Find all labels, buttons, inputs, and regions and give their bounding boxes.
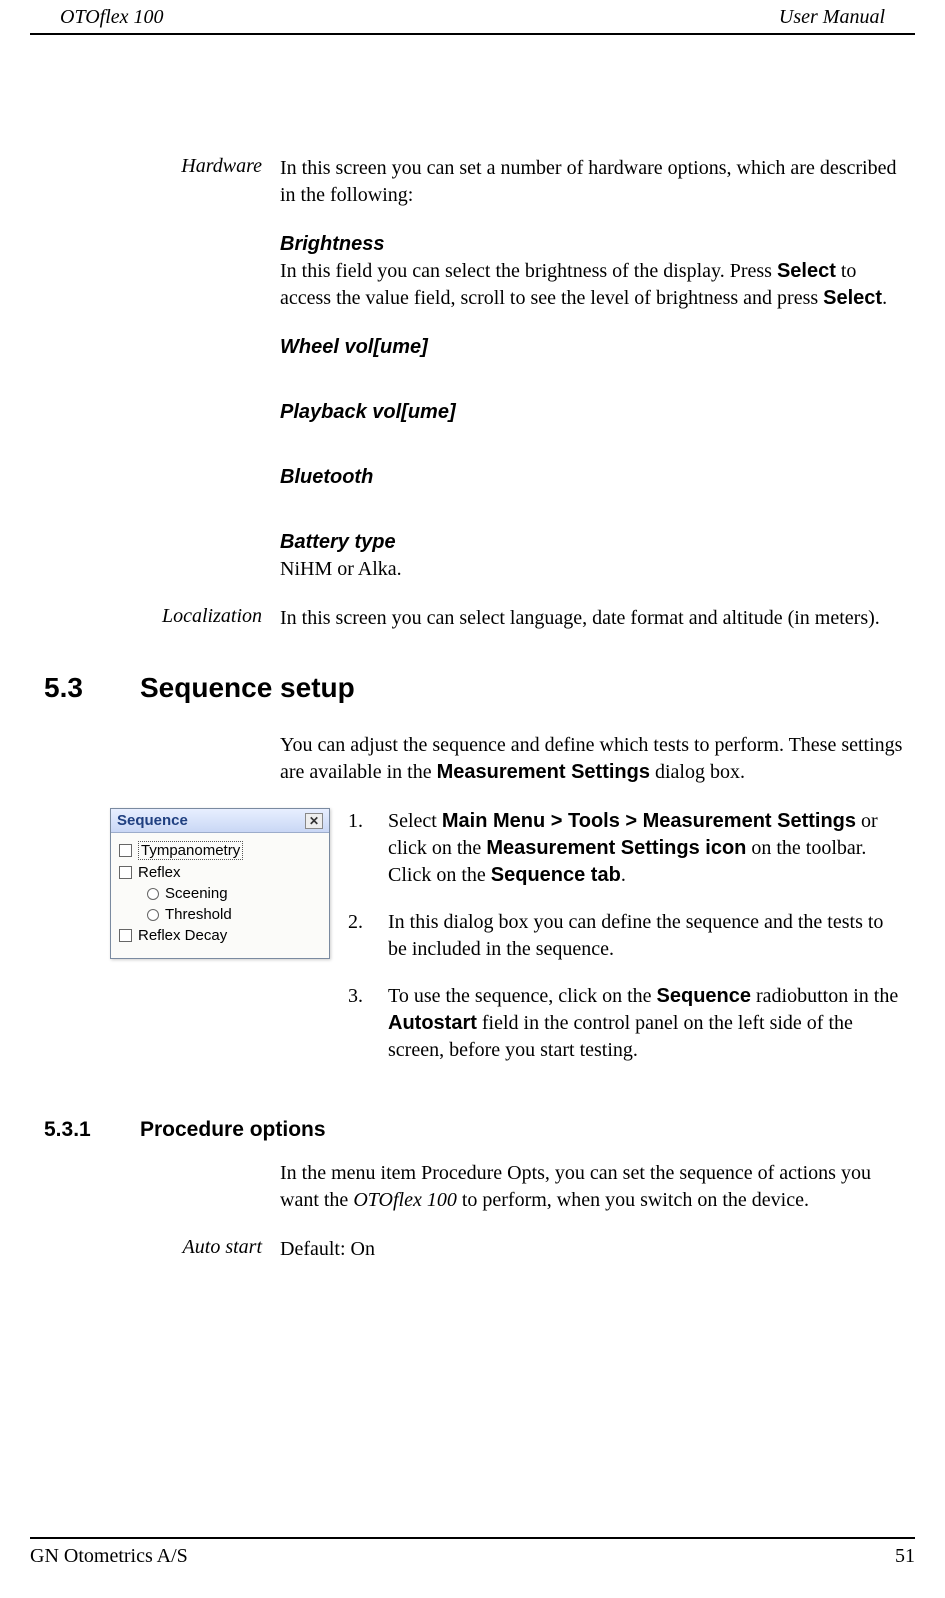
autostart-label: Auto start: [40, 1236, 280, 1263]
radio-icon[interactable]: [147, 909, 159, 921]
hardware-label: Hardware: [40, 155, 280, 209]
dialog-item-label: Tympanometry: [138, 841, 243, 860]
close-icon[interactable]: ✕: [305, 813, 323, 829]
wheel-block: Wheel vol[ume]: [280, 334, 905, 361]
hardware-row: Hardware In this screen you can set a nu…: [40, 155, 905, 209]
step-bold: Sequence tab: [491, 864, 621, 886]
dialog-body: Tympanometry Reflex Sceening Threshold: [111, 833, 329, 958]
page-content: Hardware In this screen you can set a nu…: [0, 35, 945, 1263]
checkbox-icon[interactable]: [119, 866, 132, 879]
dialog-item-tympanometry[interactable]: Tympanometry: [119, 841, 321, 860]
step-number: 1.: [348, 808, 388, 889]
step-2: 2. In this dialog box you can define the…: [348, 909, 905, 963]
brightness-text: In this field you can select the brightn…: [280, 258, 905, 312]
bluetooth-block: Bluetooth: [280, 464, 905, 491]
brightness-text-a: In this field you can select the brightn…: [280, 260, 777, 282]
subsection-title: Procedure options: [140, 1118, 326, 1142]
step-body: Select Main Menu > Tools > Measurement S…: [388, 808, 905, 889]
step-number: 3.: [348, 983, 388, 1064]
step-bold: Sequence: [657, 985, 751, 1007]
dialog-title-text: Sequence: [117, 812, 188, 829]
brightness-title: Brightness: [280, 231, 905, 258]
dialog-item-screening[interactable]: Sceening: [119, 885, 321, 902]
step-1: 1. Select Main Menu > Tools > Measuremen…: [348, 808, 905, 889]
section-title: Sequence setup: [140, 672, 355, 704]
footer-page-number: 51: [895, 1545, 915, 1568]
localization-text: In this screen you can select language, …: [280, 605, 905, 632]
header-doc-type: User Manual: [779, 6, 885, 29]
step-bold: Autostart: [388, 1012, 477, 1034]
localization-row: Localization In this screen you can sele…: [40, 605, 905, 632]
battery-title: Battery type: [280, 529, 905, 556]
subsection-text: In the menu item Procedure Opts, you can…: [280, 1160, 905, 1214]
sequence-dialog: Sequence ✕ Tympanometry Reflex Sceening: [110, 808, 330, 959]
dialog-item-label: Reflex Decay: [138, 927, 227, 944]
dialog-titlebar: Sequence ✕: [111, 809, 329, 833]
checkbox-icon[interactable]: [119, 929, 132, 942]
footer-company: GN Otometrics A/S: [30, 1545, 188, 1568]
playback-title: Playback vol[ume]: [280, 399, 905, 426]
dialog-item-label: Threshold: [165, 906, 232, 923]
step-bold: Main Menu > Tools > Measurement Settings: [442, 810, 856, 832]
step-body: In this dialog box you can define the se…: [388, 909, 905, 963]
localization-label: Localization: [40, 605, 280, 632]
steps-column: 1. Select Main Menu > Tools > Measuremen…: [348, 808, 905, 1084]
dialog-item-reflex[interactable]: Reflex: [119, 864, 321, 881]
dialog-item-label: Reflex: [138, 864, 181, 881]
step-body: To use the sequence, click on the Sequen…: [388, 983, 905, 1064]
step-text: To use the sequence, click on the: [388, 985, 657, 1007]
brightness-select-1: Select: [777, 260, 836, 282]
dialog-item-label: Sceening: [165, 885, 228, 902]
section-intro: You can adjust the sequence and define w…: [280, 732, 905, 786]
playback-block: Playback vol[ume]: [280, 399, 905, 426]
subsection-text-b: to perform, when you switch on the devic…: [457, 1189, 809, 1211]
subsection-heading: 5.3.1 Procedure options: [40, 1118, 905, 1142]
subsection-text-em: OTOflex 100: [353, 1189, 457, 1211]
sequence-two-col: Sequence ✕ Tympanometry Reflex Sceening: [40, 808, 905, 1084]
page-footer: GN Otometrics A/S 51: [30, 1537, 915, 1568]
bluetooth-title: Bluetooth: [280, 464, 905, 491]
step-number: 2.: [348, 909, 388, 963]
page-header: OTOflex 100 User Manual: [30, 0, 915, 35]
brightness-select-2: Select: [823, 287, 882, 309]
step-text: .: [621, 864, 626, 886]
brightness-block: Brightness In this field you can select …: [280, 231, 905, 312]
section-heading: 5.3 Sequence setup: [40, 672, 905, 704]
section-intro-b: Measurement Settings: [437, 761, 650, 783]
autostart-value: Default: On: [280, 1236, 905, 1263]
autostart-row: Auto start Default: On: [40, 1236, 905, 1263]
brightness-text-c: .: [882, 287, 887, 309]
hardware-intro: In this screen you can set a number of h…: [280, 155, 905, 209]
battery-text: NiHM or Alka.: [280, 556, 905, 583]
header-product: OTOflex 100: [60, 6, 164, 29]
checkbox-icon[interactable]: [119, 844, 132, 857]
section-intro-c: dialog box.: [650, 761, 745, 783]
radio-icon[interactable]: [147, 888, 159, 900]
step-text: radiobutton in the: [751, 985, 898, 1007]
dialog-item-threshold[interactable]: Threshold: [119, 906, 321, 923]
battery-block: Battery type NiHM or Alka.: [280, 529, 905, 583]
wheel-title: Wheel vol[ume]: [280, 334, 905, 361]
step-3: 3. To use the sequence, click on the Seq…: [348, 983, 905, 1064]
step-bold: Measurement Settings icon: [486, 837, 746, 859]
step-text: Select: [388, 810, 442, 832]
subsection-number: 5.3.1: [40, 1118, 140, 1142]
section-number: 5.3: [40, 672, 140, 704]
dialog-item-reflex-decay[interactable]: Reflex Decay: [119, 927, 321, 944]
dialog-box: Sequence ✕ Tympanometry Reflex Sceening: [110, 808, 330, 959]
